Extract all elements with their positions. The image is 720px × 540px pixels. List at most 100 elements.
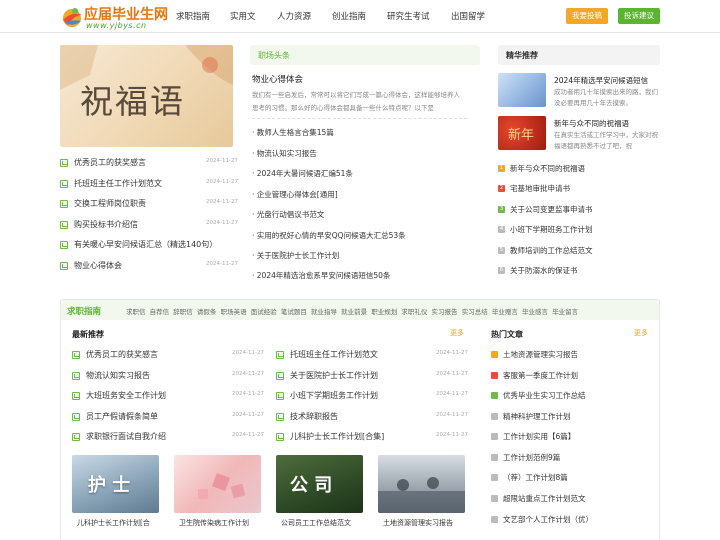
tag-link[interactable]: 就业前景: [341, 308, 367, 316]
list-item[interactable]: 员工产假请假条简单 2024-11-27: [72, 411, 264, 423]
ranked-item-title[interactable]: 关于防溺水的保证书: [510, 265, 578, 276]
list-item-title[interactable]: 2024年大暑问候语汇编51条: [257, 169, 353, 178]
thumbnail-image[interactable]: [174, 455, 261, 513]
submit-article-button[interactable]: 我要投稿: [566, 8, 608, 24]
list-item-title[interactable]: 物流认知实习报告: [86, 370, 150, 381]
list-item-title[interactable]: 光盘行动倡议书范文: [257, 210, 325, 219]
thumbnail-image[interactable]: [378, 455, 465, 513]
list-item[interactable]: · 关于医院护士长工作计划: [252, 250, 339, 262]
ranked-item-title[interactable]: 精神科护理工作计划: [503, 411, 571, 422]
list-item-title[interactable]: 托班班主任工作计划范文: [290, 349, 378, 360]
list-item-title[interactable]: 购买投标书介绍信: [74, 219, 138, 230]
latest-more-link[interactable]: 更多: [450, 328, 464, 338]
thumbnail-card[interactable]: 土地资源管理实习报告: [378, 455, 465, 530]
ranked-item-title[interactable]: 小班下学期班务工作计划: [510, 224, 593, 235]
nav-practical-writing[interactable]: 实用文: [230, 10, 256, 22]
list-item[interactable]: · 教师人生格言合集15篇: [252, 127, 334, 139]
list-item[interactable]: 大班班务安全工作计划 2024-11-27: [72, 390, 264, 402]
list-item[interactable]: · 光盘行动倡议书范文: [252, 209, 324, 221]
tag-link[interactable]: 毕业感言: [522, 308, 548, 316]
list-item[interactable]: 优秀员工的获奖感言 2024-11-27: [72, 349, 264, 361]
nav-startup-guide[interactable]: 创业指南: [332, 10, 366, 22]
list-item-title[interactable]: 2024年精选治愈系早安问候语短信50条: [257, 271, 391, 280]
ranked-item-title[interactable]: 关于公司变更监事申请书: [510, 204, 593, 215]
list-item[interactable]: 物业心得体会 2024-11-27: [60, 260, 238, 272]
tag-link[interactable]: 自荐信: [150, 308, 170, 316]
list-item-title[interactable]: 交换工程师岗位职责: [74, 198, 146, 209]
tag-link[interactable]: 毕业赠言: [492, 308, 518, 316]
list-item[interactable]: · 实用的祝好心情的早安QQ问候语大汇总53条: [252, 230, 406, 242]
tag-link[interactable]: 毕业留言: [552, 308, 578, 316]
list-item[interactable]: 技术辞职报告 2024-11-27: [276, 411, 468, 423]
list-item-title[interactable]: 优秀员工的获奖感言: [74, 157, 146, 168]
tag-link[interactable]: 面试经验: [251, 308, 277, 316]
tag-link[interactable]: 实习总结: [462, 308, 488, 316]
nav-study-abroad[interactable]: 出国留学: [451, 10, 485, 22]
list-item-title[interactable]: 小班下学期班务工作计划: [290, 390, 378, 401]
tag-link[interactable]: 职业规划: [371, 308, 397, 316]
thumbnail-card[interactable]: 护 士 儿科护士长工作计划[合: [72, 455, 159, 530]
list-item-title[interactable]: 大班班务安全工作计划: [86, 390, 166, 401]
banner-image[interactable]: 祝福语: [60, 45, 233, 147]
list-item[interactable]: 购买投标书介绍信 2024-11-27: [60, 219, 238, 231]
list-item[interactable]: · 企业管理心得体会[通用]: [252, 189, 338, 201]
ranked-item-title[interactable]: 新年与众不同的祝福语: [510, 163, 585, 174]
list-item[interactable]: 优秀员工的获奖感言 2024-11-27: [60, 157, 238, 169]
tag-link[interactable]: 职场英语: [221, 308, 247, 316]
featured-card-2[interactable]: 新年 新年与众不同的祝福语 在真实生活或工作学习中，大家对祝福语都再熟悉不过了吧…: [498, 116, 660, 154]
list-item-title[interactable]: 技术辞职报告: [290, 411, 338, 422]
tag-link[interactable]: 请假条: [197, 308, 217, 316]
featured-card-1[interactable]: 2024年精选早安问候语短信 成功者用几十年摸索出来的路，我们没必要再用几十年去…: [498, 73, 660, 111]
list-item[interactable]: · 2024年精选治愈系早安问候语短信50条: [252, 270, 390, 282]
list-item[interactable]: 儿科护士长工作计划[合集] 2024-11-27: [276, 431, 468, 443]
list-item-title[interactable]: 关于医院护士长工作计划: [257, 251, 340, 260]
site-logo[interactable]: 应届毕业生网 www.yjbys.cn: [60, 2, 168, 32]
tag-link[interactable]: 就业指导: [311, 308, 337, 316]
list-item-title[interactable]: 物流认知实习报告: [257, 149, 317, 158]
ranked-item-title[interactable]: 教师培训的工作总结范文: [510, 245, 593, 256]
list-item[interactable]: 物流认知实习报告 2024-11-27: [72, 370, 264, 382]
list-item[interactable]: 有关暖心早安问候语汇总（精选140句）: [60, 239, 235, 251]
ranked-item-title[interactable]: 超限站重点工作计划范文: [503, 493, 586, 504]
list-item-title[interactable]: 员工产假请假条简单: [86, 411, 158, 422]
card-title[interactable]: 2024年精选早安问候语短信: [554, 75, 648, 86]
ranked-item-title[interactable]: 宅基地审批申请书: [510, 183, 570, 194]
list-item[interactable]: · 2024年大暑问候语汇编51条: [252, 168, 353, 180]
list-item[interactable]: 交换工程师岗位职责 2024-11-27: [60, 198, 238, 210]
list-item-title[interactable]: 托班班主任工作计划范文: [74, 178, 162, 189]
card-thumbnail[interactable]: 新年: [498, 116, 546, 150]
thumbnail-image[interactable]: 公 司: [276, 455, 363, 513]
list-item-title[interactable]: 实用的祝好心情的早安QQ问候语大汇总53条: [257, 231, 406, 240]
thumbnail-caption[interactable]: 土地资源管理实习报告: [383, 518, 453, 528]
ranked-item-title[interactable]: 文艺部个人工作计划（优）: [503, 514, 593, 525]
thumbnail-card[interactable]: 公 司 公司员工工作总结范文: [276, 455, 363, 530]
list-item-title[interactable]: 优秀员工的获奖感言: [86, 349, 158, 360]
nav-graduate-exam[interactable]: 研究生考试: [387, 10, 430, 22]
card-thumbnail[interactable]: [498, 73, 546, 107]
list-item[interactable]: 求职银行面试自我介绍 2024-11-27: [72, 431, 264, 443]
list-item[interactable]: 小班下学期班务工作计划 2024-11-27: [276, 390, 468, 402]
list-item[interactable]: · 物流认知实习报告: [252, 148, 317, 160]
thumbnail-caption[interactable]: 卫生院传染病工作计划: [179, 518, 249, 528]
thumbnail-card[interactable]: 卫生院传染病工作计划: [174, 455, 261, 530]
tag-link[interactable]: 求职信: [126, 308, 146, 316]
list-item[interactable]: 托班班主任工作计划范文 2024-11-27: [276, 349, 468, 361]
ranked-item-title[interactable]: 优秀毕业生实习工作总结: [503, 390, 586, 401]
tag-link[interactable]: 辞职信: [173, 308, 193, 316]
nav-human-resources[interactable]: 人力资源: [277, 10, 311, 22]
list-item-title[interactable]: 物业心得体会: [74, 260, 122, 271]
list-item-title[interactable]: 有关暖心早安问候语汇总（精选140句）: [74, 239, 217, 250]
ranked-item-title[interactable]: （荐）工作计划8篇: [503, 472, 568, 483]
list-item-title[interactable]: 关于医院护士长工作计划: [290, 370, 378, 381]
list-item-title[interactable]: 企业管理心得体会[通用]: [257, 190, 338, 199]
list-item-title[interactable]: 求职银行面试自我介绍: [86, 431, 166, 442]
nav-career-guide[interactable]: 求职指南: [176, 10, 210, 22]
ranked-item-title[interactable]: 客服第一季度工作计划: [503, 370, 578, 381]
ranked-item-title[interactable]: 工作计划实用【6篇】: [503, 431, 575, 442]
list-item-title[interactable]: 儿科护士长工作计划[合集]: [290, 431, 384, 442]
hot-more-link[interactable]: 更多: [634, 328, 648, 338]
card-title[interactable]: 新年与众不同的祝福语: [554, 118, 629, 129]
ranked-item-title[interactable]: 工作计划范例9篇: [503, 452, 560, 463]
list-item[interactable]: 关于医院护士长工作计划 2024-11-27: [276, 370, 468, 382]
ranked-item-title[interactable]: 土地资源管理实习报告: [503, 349, 578, 360]
